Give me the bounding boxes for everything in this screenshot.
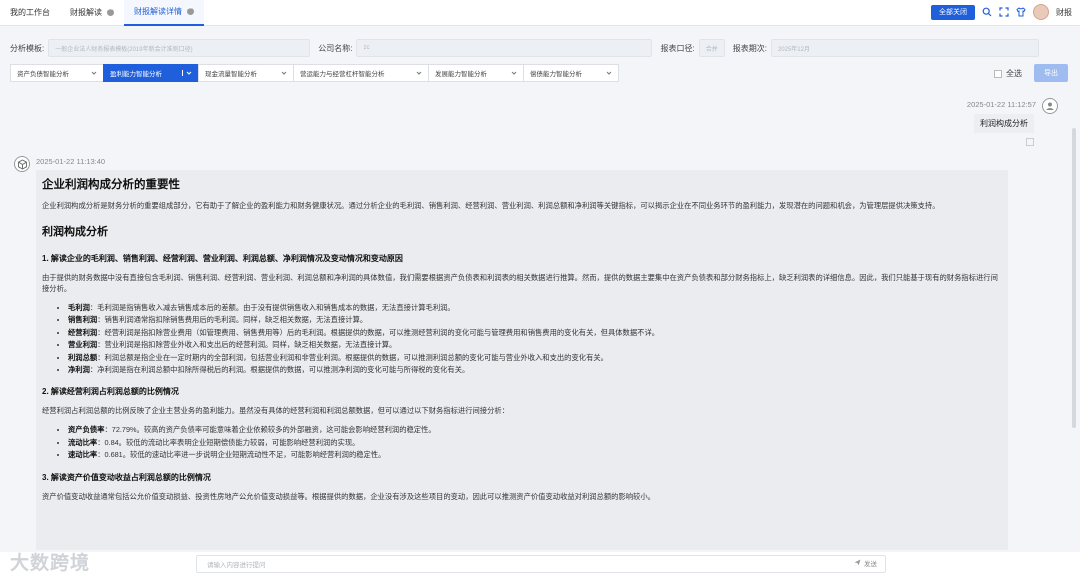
tab-profitability-analysis[interactable]: 盈利能力智能分析 bbox=[103, 64, 199, 82]
user-message-time: 2025-01-22 11:12:57 bbox=[966, 100, 1036, 109]
section-2-paragraph: 经营利润占利润总额的比例反映了企业主营业务的盈利能力。虽然没有具体的经营利润和利… bbox=[42, 406, 509, 416]
chevron-down-icon bbox=[91, 70, 97, 76]
tab-growth-analysis[interactable]: 发展能力智能分析 bbox=[428, 64, 524, 82]
answer-subheading: 利润构成分析 bbox=[42, 226, 108, 238]
list-item: 毛利润：毛利润是指销售收入减去销售成本后的差额。由于没有提供销售收入和销售成本的… bbox=[68, 302, 1002, 314]
chat-input-placeholder: 请输入内容进行提问 bbox=[207, 562, 266, 569]
list-item: 利润总额：利润总额是指企业在一定时期内的全部利润，包括营业利润和非营业利润。根据… bbox=[68, 352, 1002, 364]
tab-label: 现金流量智能分析 bbox=[205, 71, 257, 78]
fullscreen-icon[interactable] bbox=[999, 7, 1009, 17]
list-item: 速动比率：0.681。较低的速动比率进一步说明企业短期流动性不足，可能影响经营利… bbox=[68, 449, 1002, 461]
period-select[interactable]: 2025年12月 bbox=[770, 39, 1039, 57]
bot-message: 企业利润构成分析的重要性 企业利润构成分析是财务分析的重要组成部分，它有助于了解… bbox=[36, 170, 1008, 550]
filter-row: 分析模板: 一般企业法人财务报表模板(2019年新会计准则口径) 公司名称: z… bbox=[0, 38, 1080, 58]
tab-label: 资产负债智能分析 bbox=[17, 71, 69, 78]
select-all[interactable]: 全选 bbox=[994, 68, 1022, 79]
list-item: 流动比率：0.84。较低的流动比率表明企业短期偿债能力较弱，可能影响经营利润的实… bbox=[68, 437, 1002, 449]
chevron-down-icon bbox=[511, 70, 517, 76]
list-item: 经营利润：经营利润是指扣除营业费用（如管理费用、销售费用等）后的毛利润。根据提供… bbox=[68, 327, 1002, 339]
period-label: 报表期次: bbox=[732, 43, 767, 53]
bot-message-time: 2025-01-22 11:13:40 bbox=[36, 157, 106, 166]
avatar[interactable] bbox=[1033, 4, 1049, 20]
template-value: 一般企业法人财务报表模板(2019年新会计准则口径) bbox=[55, 46, 193, 53]
caliber-value: 合并 bbox=[705, 46, 718, 53]
tab-report-interpret[interactable]: 财报解读 bbox=[60, 0, 124, 26]
close-tab-icon[interactable] bbox=[107, 6, 114, 16]
section-2-list: 资产负债率：72.79%。较高的资产负债率可能意味着企业依赖较多的外部融资，这可… bbox=[68, 424, 1002, 461]
search-icon[interactable] bbox=[982, 7, 992, 17]
copy-icon[interactable] bbox=[1026, 138, 1034, 146]
answer-intro: 企业利润构成分析是财务分析的重要组成部分，它有助于了解企业的盈利能力和财务健康状… bbox=[42, 201, 940, 210]
shirt-icon[interactable] bbox=[1016, 7, 1026, 17]
template-select[interactable]: 一般企业法人财务报表模板(2019年新会计准则口径) bbox=[48, 39, 311, 57]
tab-label: 盈利能力智能分析 bbox=[110, 71, 162, 78]
section-1-title: 1. 解读企业的毛利润、销售利润、经营利润、营业利润、利润总额、净利润情况及变动… bbox=[42, 254, 403, 263]
list-item: 销售利润：销售利润通常指扣除销售费用后的毛利润。同样，缺乏相关数据，无法直接计算… bbox=[68, 314, 1002, 326]
scrollbar[interactable] bbox=[1072, 88, 1078, 548]
export-button[interactable]: 导出 bbox=[1034, 64, 1068, 82]
tab-label: 营运能力与经营杠杆智能分析 bbox=[300, 71, 385, 78]
section-1-paragraph: 由于提供的财务数据中没有直接包含毛利润、销售利润、经营利润、营业利润、利润总额和… bbox=[42, 273, 998, 293]
chat-area: 2025-01-22 11:12:57 利润构成分析 2025-01-22 11… bbox=[0, 88, 1080, 550]
tab-balance-sheet-analysis[interactable]: 资产负债智能分析 bbox=[10, 64, 104, 82]
chevron-down-icon bbox=[182, 70, 192, 76]
scrollbar-thumb[interactable] bbox=[1072, 128, 1076, 428]
send-label: 发送 bbox=[864, 561, 877, 568]
tab-operating-leverage-analysis[interactable]: 营运能力与经营杠杆智能分析 bbox=[293, 64, 429, 82]
section-2-title: 2. 解读经营利润占利润总额的比例情况 bbox=[42, 387, 179, 397]
tab-label: 我的工作台 bbox=[10, 8, 50, 17]
section-3-title: 3. 解读资产价值变动收益占利润总额的比例情况 bbox=[42, 472, 211, 482]
answer-heading: 企业利润构成分析的重要性 bbox=[42, 179, 180, 191]
company-value: zc bbox=[363, 45, 370, 51]
tab-label: 发展能力智能分析 bbox=[435, 71, 487, 78]
template-label: 分析模板: bbox=[10, 43, 45, 53]
list-item: 净利润：净利润是指在利润总额中扣除所得税后的利润。根据提供的数据，可以推测净利润… bbox=[68, 364, 1002, 376]
caliber-select[interactable]: 合并 bbox=[698, 39, 725, 57]
select-all-checkbox[interactable] bbox=[994, 69, 1002, 78]
chat-input[interactable]: 请输入内容进行提问 发送 bbox=[196, 555, 886, 573]
company-label: 公司名称: bbox=[318, 43, 353, 53]
tab-label: 财报解读详情 bbox=[134, 7, 182, 16]
tab-report-interpret-detail[interactable]: 财报解读详情 bbox=[124, 0, 204, 26]
tab-cash-flow-analysis[interactable]: 现金流量智能分析 bbox=[198, 64, 294, 82]
select-all-label: 全选 bbox=[1006, 69, 1022, 78]
section-1-list: 毛利润：毛利润是指销售收入减去销售成本后的差额。由于没有提供销售收入和销售成本的… bbox=[68, 302, 1002, 376]
user-avatar-icon bbox=[1042, 98, 1058, 114]
section-3-paragraph: 资产价值变动收益通常包括公允价值变动损益、投资性房地产公允价值变动损益等。根据提… bbox=[42, 491, 655, 501]
analysis-tabs: 资产负债智能分析 盈利能力智能分析 现金流量智能分析 营运能力与经营杠杆智能分析… bbox=[10, 64, 619, 82]
tab-label: 偿债能力智能分析 bbox=[530, 71, 582, 78]
watermark: 大数跨境 bbox=[10, 553, 91, 574]
chevron-down-icon bbox=[606, 70, 612, 76]
company-field[interactable]: zc bbox=[356, 39, 653, 57]
tab-solvency-analysis[interactable]: 偿债能力智能分析 bbox=[523, 64, 619, 82]
period-value: 2025年12月 bbox=[777, 46, 810, 53]
tab-workbench[interactable]: 我的工作台 bbox=[0, 0, 60, 26]
caliber-label: 报表口径: bbox=[660, 43, 695, 53]
bot-avatar-icon bbox=[14, 156, 30, 172]
send-button[interactable]: 发送 bbox=[854, 558, 877, 568]
close-tab-icon[interactable] bbox=[187, 5, 194, 15]
top-tab-bar: 我的工作台 财报解读 财报解读详情 全部关闭 财报 bbox=[0, 0, 1080, 26]
chevron-down-icon bbox=[281, 70, 287, 76]
tab-label: 财报解读 bbox=[70, 8, 102, 17]
send-icon bbox=[854, 559, 861, 568]
user-message: 利润构成分析 bbox=[974, 114, 1034, 133]
close-all-button[interactable]: 全部关闭 bbox=[931, 4, 975, 20]
list-item: 营业利润：营业利润是指扣除营业外收入和支出后的经营利润。同样，缺乏相关数据，无法… bbox=[68, 339, 1002, 351]
list-item: 资产负债率：72.79%。较高的资产负债率可能意味着企业依赖较多的外部融资，这可… bbox=[68, 424, 1002, 436]
user-name[interactable]: 财报 bbox=[1056, 7, 1072, 18]
chevron-down-icon bbox=[416, 70, 422, 76]
